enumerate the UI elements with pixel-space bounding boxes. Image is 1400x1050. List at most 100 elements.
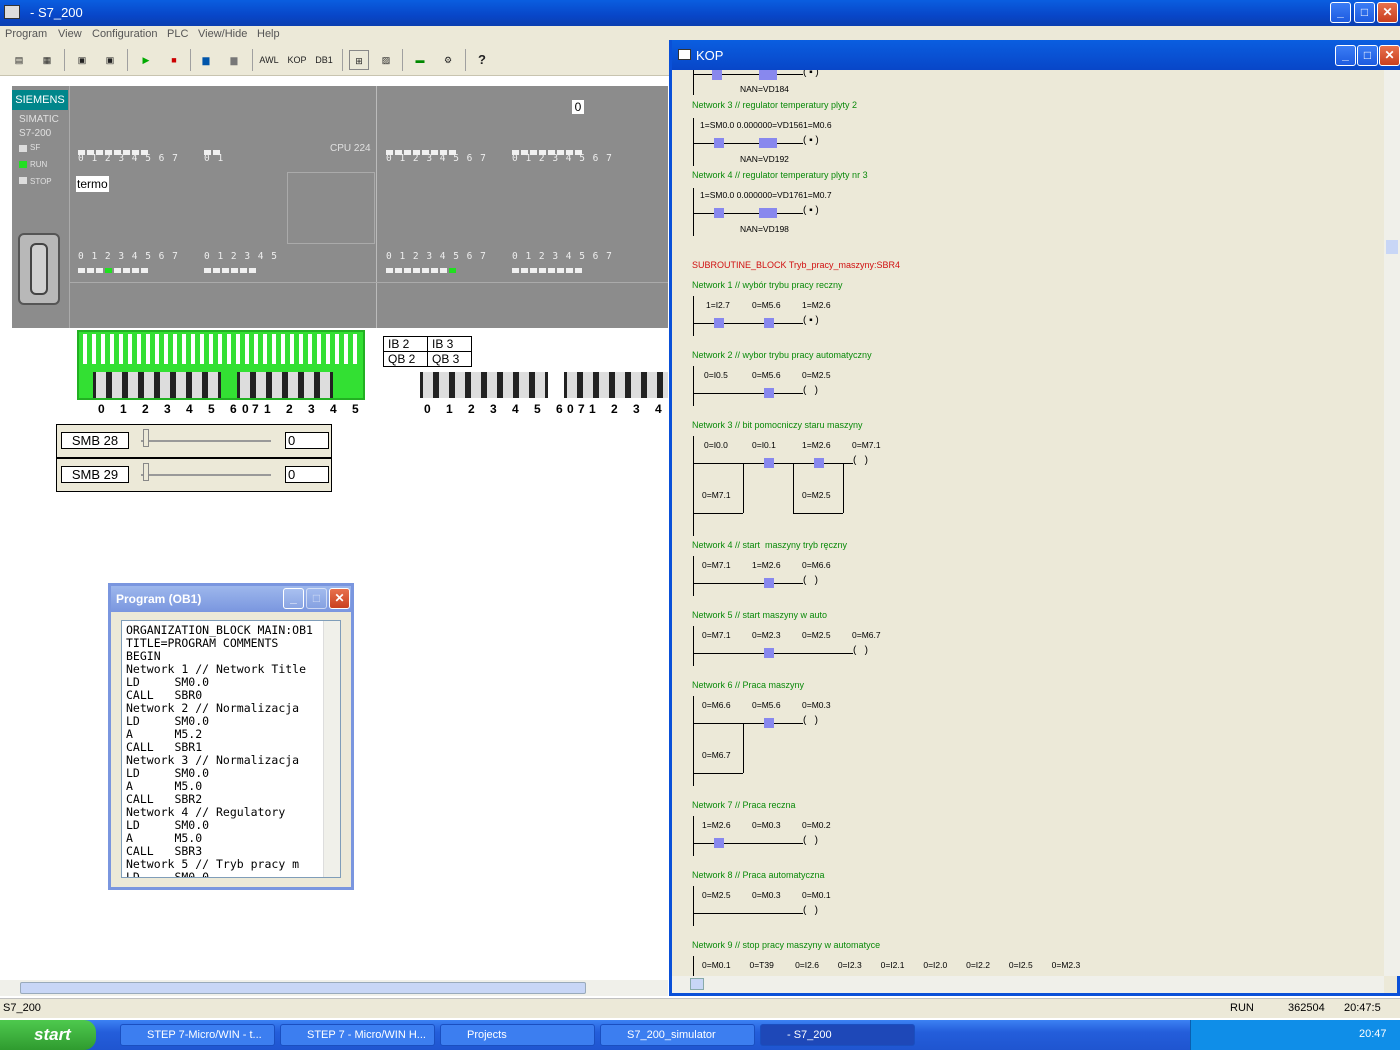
- kop-nan-vd184: NAN=VD184: [740, 84, 789, 94]
- io-byte-table: IB 2 IB 3 QB 2 QB 3: [383, 336, 472, 367]
- ib3-cell: IB 3: [427, 336, 472, 352]
- program-title-bar: Program (OB1) _ □ ✕: [111, 586, 351, 612]
- maximize-button[interactable]: □: [1354, 2, 1375, 23]
- switches-group-b[interactable]: [237, 372, 333, 398]
- kop-s4-c: 0=M6.6: [802, 560, 831, 570]
- kop-net4-title: Network 4 // regulator temperatury plyty…: [692, 170, 868, 180]
- smb29-value[interactable]: 0: [285, 466, 329, 483]
- program-code-text[interactable]: ORGANIZATION_BLOCK MAIN:OB1 TITLE=PROGRA…: [121, 620, 341, 878]
- kop-s4-a: 0=M7.1: [702, 560, 731, 570]
- plc-body: [12, 86, 668, 328]
- ib2-cell: IB 2: [383, 336, 428, 352]
- window-title: - S7_200: [30, 5, 83, 20]
- smb29-control: SMB 29 0: [56, 458, 332, 492]
- ext-switch-labels-b: 0 1 2 3 4 5 6: [567, 402, 668, 416]
- minimize-button[interactable]: _: [1330, 2, 1351, 23]
- kop-s7-title: Network 7 // Praca reczna: [692, 800, 796, 810]
- sf-led: [19, 145, 27, 152]
- menu-configuration[interactable]: Configuration: [92, 28, 157, 40]
- monitor-icon[interactable]: ▆: [196, 50, 216, 70]
- db1-button[interactable]: DB1: [313, 50, 335, 70]
- smb28-value[interactable]: 0: [285, 432, 329, 449]
- kop-s8-c: 0=M0.1: [802, 890, 831, 900]
- program-close-button[interactable]: ✕: [329, 588, 350, 609]
- kop-s6-c: 0=M0.3: [802, 700, 831, 710]
- disabled-icon: ▆: [230, 55, 238, 65]
- program-window-title: Program (OB1): [116, 592, 202, 606]
- program-minimize-button[interactable]: _: [283, 588, 304, 609]
- ext-switch-labels-a: 0 1 2 3 4 5 6 7: [424, 402, 591, 416]
- kop-close-button[interactable]: ✕: [1379, 45, 1400, 66]
- network-icon[interactable]: ⊞: [349, 50, 369, 70]
- state2-icon[interactable]: ▣: [100, 50, 120, 70]
- awl-button[interactable]: AWL: [258, 50, 280, 70]
- task-s7-200[interactable]: - S7_200: [760, 1024, 915, 1046]
- input-labels-a: 0 1 2 3 4 5 6 7: [78, 153, 179, 164]
- task-stepwin-1[interactable]: STEP 7-Micro/WIN - t...: [120, 1024, 275, 1046]
- menu-view-hide[interactable]: View/Hide: [198, 28, 247, 40]
- td200-icon[interactable]: ▬: [410, 50, 430, 70]
- kop-vertical-scrollbar[interactable]: [1384, 70, 1400, 976]
- s7-200-label: S7-200: [19, 128, 52, 139]
- smb29-label: SMB 29: [61, 466, 129, 483]
- main-horizontal-scrollbar[interactable]: [0, 980, 668, 996]
- close-button[interactable]: ✕: [1377, 2, 1398, 23]
- smb29-slider[interactable]: [143, 463, 149, 481]
- kop-s9-title: Network 9 // stop pracy maszyny w automa…: [692, 940, 881, 950]
- kop-net3-values: 1=SM0.0 0.000000=VD1561=M0.6: [700, 120, 832, 130]
- app-icon[interactable]: [4, 5, 20, 19]
- ext-switches-b[interactable]: [564, 372, 668, 398]
- task-simulator-folder[interactable]: S7_200_simulator: [600, 1024, 755, 1046]
- sf-label: SF: [30, 143, 41, 152]
- start-button[interactable]: start: [0, 1020, 96, 1050]
- kop-button[interactable]: KOP: [286, 50, 308, 70]
- run-icon[interactable]: ▶: [136, 50, 156, 70]
- ext-out-leds-a: [386, 264, 458, 273]
- menu-view[interactable]: View: [58, 28, 82, 40]
- kop-s2-b: 0=M5.6: [752, 370, 781, 380]
- input-labels-b: 0 1: [204, 153, 225, 164]
- config-icon[interactable]: ⚙: [438, 50, 458, 70]
- title-bar: - S7_200 _ □ ✕: [0, 0, 1400, 26]
- kop-s5-c: 0=M2.5: [802, 630, 831, 640]
- state-icon[interactable]: ▣: [72, 50, 92, 70]
- program-maximize-button: □: [306, 588, 327, 609]
- smb28-slider[interactable]: [143, 429, 149, 447]
- menu-help[interactable]: Help: [257, 28, 280, 40]
- status-bar: S7_200 RUN 362504 20:47:5: [0, 998, 1400, 1018]
- kop-s3-b: 0=I0.1: [752, 440, 776, 450]
- kop-minimize-button[interactable]: _: [1335, 45, 1356, 66]
- task-stepwin-help[interactable]: STEP 7 - Micro/WIN H...: [280, 1024, 435, 1046]
- smb28-control: SMB 28 0: [56, 424, 332, 458]
- stop-label: STOP: [30, 177, 52, 186]
- task-projects[interactable]: Projects: [440, 1024, 595, 1046]
- chart-icon[interactable]: ▨: [376, 50, 396, 70]
- kop-s3-f: 0=M2.5: [802, 490, 831, 500]
- kop-subroutine-title: SUBROUTINE_BLOCK Tryb_pracy_maszyny:SBR4: [692, 260, 901, 270]
- menu-plc[interactable]: PLC: [167, 28, 188, 40]
- open-icon[interactable]: ▤: [9, 50, 29, 70]
- kop-s2-c: 0=M2.5: [802, 370, 831, 380]
- kop-s6-d: 0=M6.7: [702, 750, 731, 760]
- switches-group-a[interactable]: [93, 372, 221, 398]
- kop-maximize-button[interactable]: □: [1357, 45, 1378, 66]
- kop-s5-a: 0=M7.1: [702, 630, 731, 640]
- toolbar: ▤ ▦ ▣ ▣ ▶ ■ ▆ ▆ AWL KOP DB1 ⊞ ▨ ▬ ⚙ ?: [0, 44, 670, 76]
- help-icon[interactable]: ?: [472, 50, 492, 70]
- ext-switches-a[interactable]: [420, 372, 548, 398]
- ladder-diagram[interactable]: ( ▪ ) NAN=VD184 Network 3 // regulator t…: [672, 70, 1384, 976]
- ext-leds-a: [386, 146, 458, 155]
- load-icon[interactable]: ▦: [37, 50, 57, 70]
- kop-horizontal-scrollbar[interactable]: [672, 976, 1384, 993]
- kop-net3-title: Network 3 // regulator temperatury plyty…: [692, 100, 858, 110]
- kop-s1-c: 1=M2.6: [802, 300, 831, 310]
- input-leds-a: [78, 146, 150, 155]
- program-scrollbar[interactable]: [323, 621, 340, 877]
- stop-icon[interactable]: ■: [164, 50, 184, 70]
- simatic-label: SIMATIC: [19, 114, 59, 125]
- kop-s4-title: Network 4 // start maszyny tryb ręczny: [692, 540, 848, 550]
- menu-program[interactable]: Program: [5, 28, 47, 40]
- kop-s3-e: 0=M7.1: [702, 490, 731, 500]
- kop-s6-a: 0=M6.6: [702, 700, 731, 710]
- kop-s5-d: 0=M6.7: [852, 630, 881, 640]
